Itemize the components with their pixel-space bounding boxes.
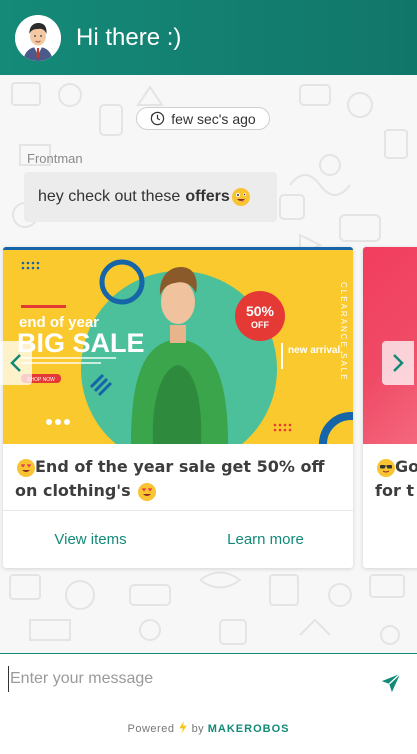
timestamp-pill: few sec's ago (136, 107, 270, 130)
view-items-button[interactable]: View items (3, 511, 178, 568)
composer: Powered by MAKEROBOS (0, 653, 417, 754)
heart-eyes-emoji-icon (17, 458, 35, 477)
card-title: End of the year sale get 50% off on clot… (15, 455, 341, 503)
message-text: hey check out these (38, 188, 181, 205)
chat-area[interactable]: few sec's ago Frontman hey check out the… (0, 75, 417, 653)
carousel-prev-button[interactable] (0, 341, 32, 385)
heart-eyes-emoji-icon-end (138, 482, 157, 501)
learn-more-button[interactable]: Learn more (178, 511, 353, 568)
card2-title-fragment-2: for t (375, 481, 415, 500)
card2-title: Go for t (375, 455, 417, 503)
sunglasses-emoji-icon (377, 458, 395, 477)
banner-vertical-text: CLEARANCE SALE (339, 282, 348, 382)
powered-by: Powered by MAKEROBOS (0, 721, 417, 735)
send-icon[interactable] (380, 672, 402, 694)
brand-logo[interactable]: MAKEROBOS (208, 723, 290, 735)
lightning-icon (179, 721, 187, 734)
badge-off: OFF (251, 320, 269, 330)
chevron-left-icon (10, 354, 21, 372)
offer-card-next[interactable]: Go for t (363, 247, 417, 568)
header-title: Hi there :) (76, 23, 182, 51)
crazy-face-emoji-icon (231, 188, 250, 206)
avatar (15, 14, 61, 61)
message-input[interactable] (8, 666, 358, 692)
offer-card[interactable]: 50% OFF end of year BIG SALE SHOP NOW ne… (3, 247, 353, 568)
banner-headline-big: BIG SALE (17, 328, 145, 358)
big-sale-banner-image: 50% OFF end of year BIG SALE SHOP NOW ne… (3, 247, 353, 444)
badge-percent: 50% (246, 303, 275, 319)
card-title-text: End of the year sale get 50% off on clot… (15, 457, 325, 500)
carousel-next-button[interactable] (382, 341, 414, 385)
banner-side-text: new arrival. (288, 345, 343, 356)
sender-name: Frontman (27, 151, 83, 166)
message-bubble: hey check out these offers (24, 172, 277, 222)
chevron-right-icon (393, 354, 404, 372)
clock-icon (151, 111, 165, 126)
card-actions: View items Learn more (3, 510, 353, 568)
card2-title-fragment-1: Go (395, 457, 417, 476)
timestamp-text: few sec's ago (171, 110, 256, 127)
powered-by-by: by (191, 723, 205, 735)
chat-header: Hi there :) (0, 0, 417, 75)
message-bold-text: offers (185, 188, 230, 205)
powered-by-label: Powered (127, 723, 175, 735)
